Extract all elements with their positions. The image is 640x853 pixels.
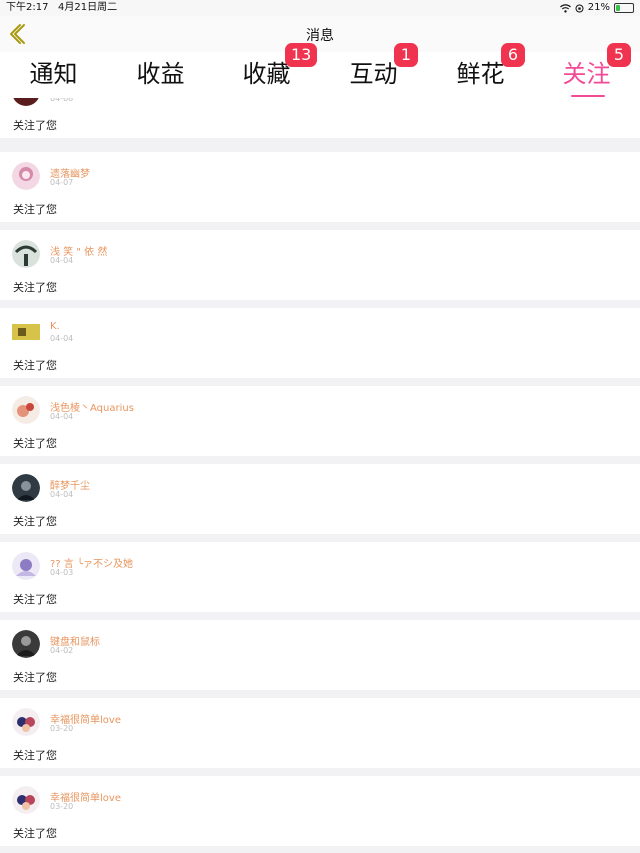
tab-label: 关注 — [562, 60, 611, 88]
status-date: 4月21日周二 — [58, 2, 118, 13]
avatar — [12, 324, 40, 340]
tab-notifications[interactable]: 通知 — [0, 52, 107, 98]
list-item[interactable]: 醉梦千尘 04-04 关注了您 — [0, 464, 640, 534]
item-action: 关注了您 — [13, 203, 57, 216]
page-title: 消息 — [306, 28, 334, 44]
tab-badge: 1 — [394, 43, 418, 67]
item-date: 04-02 — [50, 646, 74, 655]
item-action: 关注了您 — [13, 671, 57, 684]
avatar — [12, 474, 40, 502]
item-date: 04-08 — [50, 98, 74, 103]
list-item[interactable]: 浅色棱丶Aquarius 04-04 关注了您 — [0, 386, 640, 456]
item-action: 关注了您 — [13, 515, 57, 528]
item-action: 关注了您 — [13, 827, 57, 840]
item-name[interactable]: K. — [50, 321, 60, 332]
orientation-lock-icon — [575, 4, 584, 12]
tab-bar: 通知 收益 收藏 13 互动 1 鲜花 6 关注 5 — [0, 43, 640, 98]
tab-flowers[interactable]: 鲜花 6 — [427, 43, 534, 98]
avatar — [12, 552, 40, 580]
avatar — [12, 240, 40, 268]
nav-bar: 消息 — [0, 16, 640, 52]
list-item[interactable]: ?? 言 ╰ァ不シ及她 04-03 关注了您 — [0, 542, 640, 612]
follow-list: 04-08 关注了您 遗落幽梦 04-07 关注了您 浅 笑 " 依 然 04-… — [0, 98, 640, 853]
list-item[interactable]: 遗落幽梦 04-07 关注了您 — [0, 152, 640, 222]
item-action: 关注了您 — [13, 593, 57, 606]
item-action: 关注了您 — [13, 359, 57, 372]
tab-badge: 6 — [501, 43, 525, 67]
tab-interactions[interactable]: 互动 1 — [320, 43, 427, 98]
item-date: 04-04 — [50, 412, 74, 421]
tab-label: 通知 — [29, 60, 78, 88]
item-action: 关注了您 — [13, 281, 57, 294]
avatar — [12, 630, 40, 658]
list-item[interactable]: 浅 笑 " 依 然 04-04 关注了您 — [0, 230, 640, 300]
list-item[interactable]: 幸福很简单love 03-20 关注了您 — [0, 776, 640, 846]
list-item[interactable]: 键盘和鼠标 04-02 关注了您 — [0, 620, 640, 690]
tab-earnings[interactable]: 收益 — [107, 52, 214, 98]
avatar — [12, 708, 40, 736]
tab-badge: 13 — [285, 43, 318, 67]
item-date: 04-03 — [50, 568, 74, 577]
battery-icon — [614, 3, 634, 13]
status-time: 下午2:17 — [6, 2, 49, 13]
tab-label: 互动 — [349, 60, 398, 88]
tab-favorites[interactable]: 收藏 13 — [213, 43, 320, 98]
item-action: 关注了您 — [13, 119, 57, 132]
active-tab-indicator — [571, 95, 605, 97]
item-action: 关注了您 — [13, 749, 57, 762]
status-left: 下午2:17 4月21日周二 — [6, 0, 117, 16]
item-date: 04-07 — [50, 178, 74, 187]
avatar — [12, 162, 40, 190]
item-date: 03-20 — [50, 802, 74, 811]
status-bar: 下午2:17 4月21日周二 21% — [0, 0, 640, 16]
list-item[interactable]: 04-08 关注了您 — [0, 98, 640, 138]
item-action: 关注了您 — [13, 437, 57, 450]
wifi-icon — [559, 3, 571, 13]
tab-follows[interactable]: 关注 5 — [533, 43, 640, 98]
battery-percent: 21% — [587, 2, 610, 13]
tab-label: 鲜花 — [456, 60, 505, 88]
list-item[interactable]: 幸福很简单love 03-20 关注了您 — [0, 698, 640, 768]
avatar — [12, 396, 40, 424]
list-item[interactable]: K. 04-04 关注了您 — [0, 308, 640, 378]
tab-label: 收益 — [136, 60, 185, 88]
item-date: 04-04 — [50, 256, 74, 265]
tab-label: 收藏 — [242, 60, 291, 88]
tab-badge: 5 — [607, 43, 631, 67]
avatar — [12, 98, 40, 106]
status-right: 21% — [559, 0, 634, 16]
item-date: 04-04 — [50, 490, 74, 499]
item-date: 03-20 — [50, 724, 74, 733]
item-date: 04-04 — [50, 334, 74, 343]
avatar — [12, 786, 40, 814]
